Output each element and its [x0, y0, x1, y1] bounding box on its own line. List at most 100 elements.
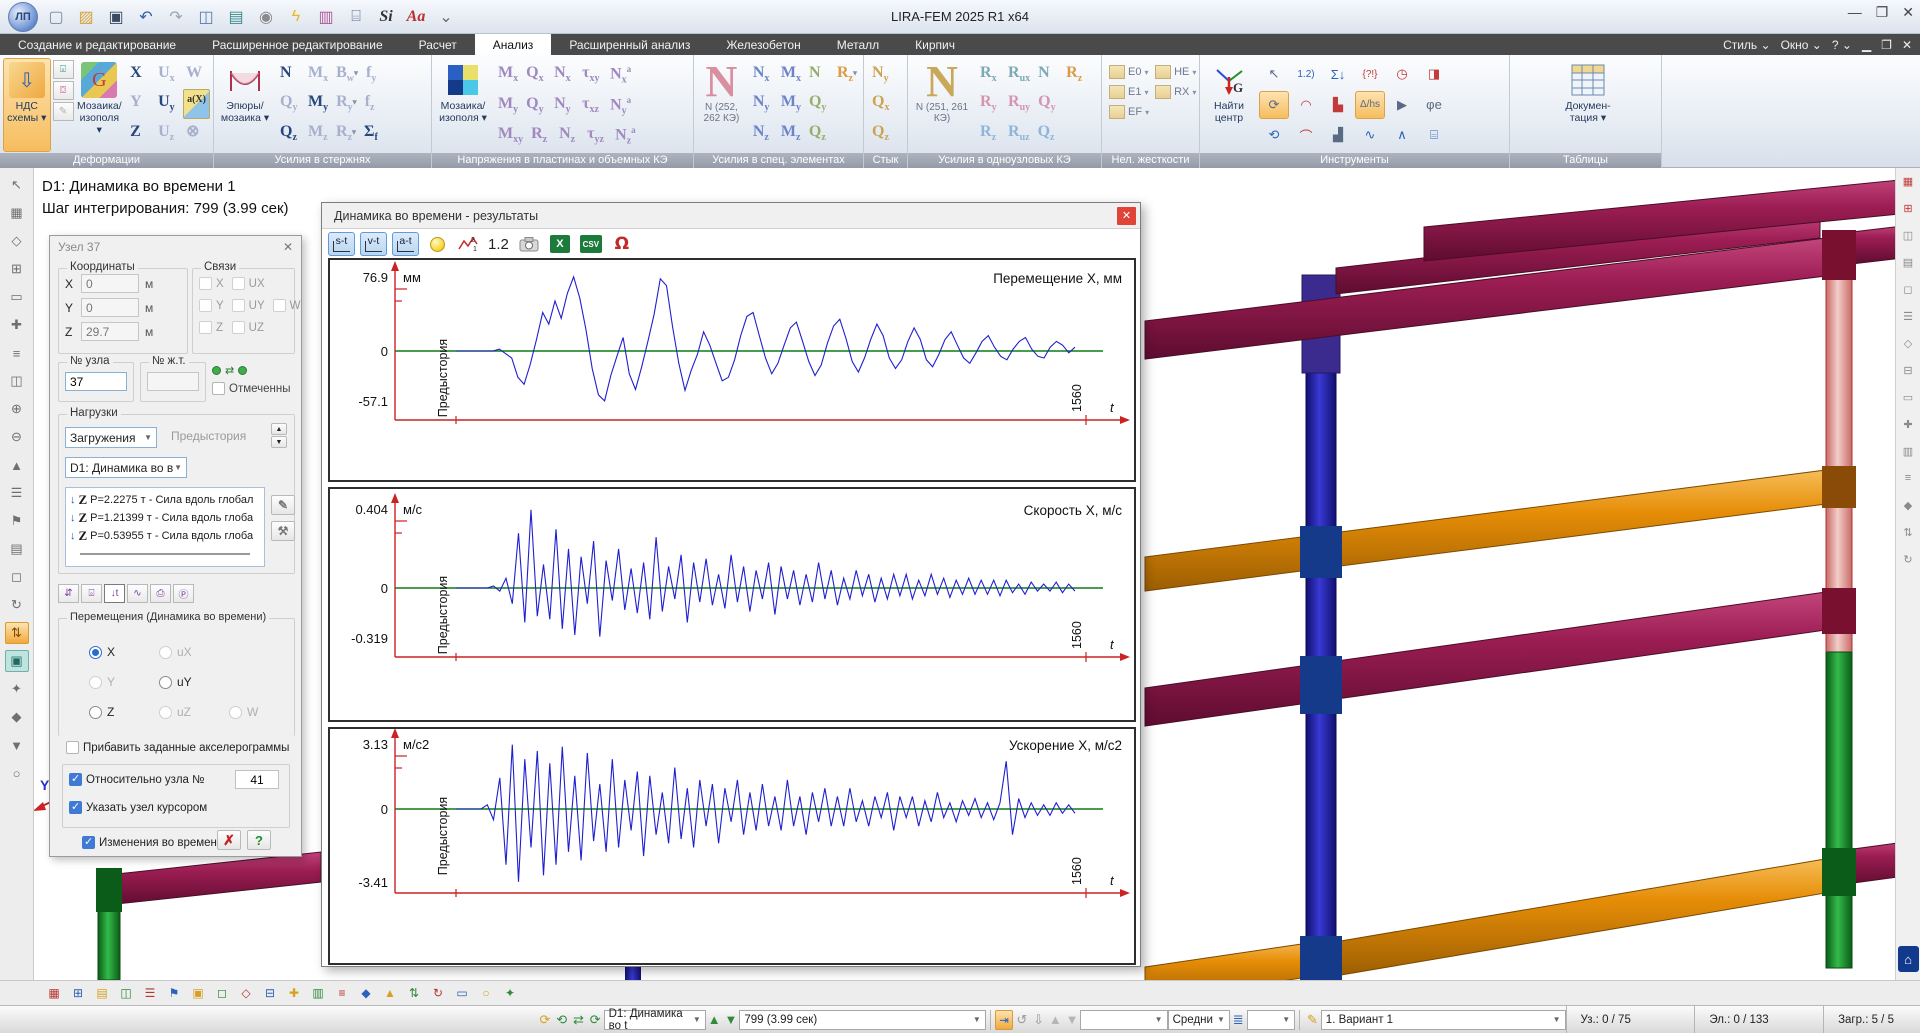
- ribbon-result-qy[interactable]: Qy: [806, 89, 832, 118]
- ribbon-result-w[interactable]: W: [183, 60, 209, 89]
- bottom-tool-20-icon[interactable]: ✦: [500, 984, 520, 1003]
- empty-dropdown[interactable]: ▼: [1080, 1010, 1167, 1030]
- right-tool-14-icon[interactable]: ⇅: [1899, 523, 1918, 541]
- ribbon-result-qy[interactable]: Qy: [523, 91, 549, 122]
- right-tool-12-icon[interactable]: ≡: [1899, 469, 1918, 487]
- close-icon[interactable]: ✕: [1902, 4, 1914, 21]
- measure-icon[interactable]: ✎: [53, 102, 74, 121]
- relative-node-input[interactable]: [235, 770, 279, 789]
- add-load-button[interactable]: ✎: [271, 495, 295, 515]
- displacement-time-toggle[interactable]: s-t: [328, 232, 355, 256]
- ribbon-result-mx[interactable]: Mx: [305, 60, 331, 89]
- right-tool-11-icon[interactable]: ▥: [1899, 442, 1918, 460]
- ribbon-result-ny[interactable]: Ny: [869, 60, 895, 89]
- nds-schemes-button[interactable]: ⇩НДС схемы ▾: [3, 58, 51, 152]
- load-list-scrollbar[interactable]: [80, 553, 250, 557]
- ribbon-result-⊗[interactable]: ⊗: [183, 119, 209, 148]
- node-panel-close-icon[interactable]: ✕: [283, 240, 293, 254]
- tab-8[interactable]: Кирпич: [897, 34, 973, 55]
- bottom-tool-19-icon[interactable]: ○: [476, 984, 496, 1003]
- animation-player-icon[interactable]: ▶: [1387, 91, 1417, 119]
- lock-dof-icon[interactable]: ⌸: [1419, 121, 1449, 149]
- ribbon-result-σf[interactable]: Σf: [361, 119, 387, 148]
- bottom-tool-9-icon[interactable]: ◇: [236, 984, 256, 1003]
- big-n-button[interactable]: NN (252, 262 КЭ): [697, 58, 746, 152]
- load-list-item-1[interactable]: ↓ZP=2.2275 т - Сила вдоль глобал: [66, 491, 264, 509]
- time-change-checkbox[interactable]: Изменения во времени: [82, 836, 223, 849]
- foundation-icon[interactable]: ▟: [1323, 121, 1353, 149]
- find-center-button[interactable]: GНайти центр: [1203, 58, 1255, 152]
- dialog-close-icon[interactable]: ✕: [1117, 207, 1136, 225]
- ribbon-result-uz[interactable]: Uz: [155, 119, 181, 148]
- bottom-tool-1-icon[interactable]: ▦: [44, 984, 64, 1003]
- left-tool-7-icon[interactable]: ≡: [5, 342, 29, 364]
- ribbon-result-uy[interactable]: Uy: [155, 89, 181, 118]
- bottom-tool-4-icon[interactable]: ◫: [116, 984, 136, 1003]
- left-tool-12-icon[interactable]: ☰: [5, 482, 29, 504]
- ribbon-result-bw[interactable]: Bw▾: [333, 60, 361, 89]
- ribbon-result-rz[interactable]: Rz▾: [333, 119, 359, 148]
- loadcase-select[interactable]: D1: Динамика во в▼: [65, 457, 187, 478]
- plate-mosaic-button[interactable]: Мозаика/изополя ▾: [435, 58, 491, 152]
- acceleration-time-toggle[interactable]: a-t: [392, 232, 419, 256]
- radio-y[interactable]: Y: [89, 667, 159, 697]
- ribbon-result-my[interactable]: My: [495, 91, 521, 122]
- ribbon-result-rz[interactable]: Rz: [1063, 60, 1089, 89]
- bottom-tool-10-icon[interactable]: ⊟: [260, 984, 280, 1003]
- load-spinner[interactable]: ▲ ▼: [271, 423, 287, 448]
- crimson-beam-level3[interactable]: [1145, 592, 1826, 726]
- right-tool-2-icon[interactable]: ⊞: [1899, 199, 1918, 217]
- stiffness-rx-button[interactable]: RX▾: [1153, 84, 1198, 100]
- bottom-tool-15-icon[interactable]: ▲: [380, 984, 400, 1003]
- ribbon-result-fy[interactable]: fy: [363, 60, 389, 89]
- radio-uy[interactable]: uY: [159, 667, 229, 697]
- bottom-tool-14-icon[interactable]: ◆: [356, 984, 376, 1003]
- cursor-pick-checkbox[interactable]: Указать узел курсором: [69, 801, 207, 814]
- right-tool-15-icon[interactable]: ↻: [1899, 550, 1918, 568]
- radio-z[interactable]: Z: [89, 697, 159, 727]
- tie-x-checkbox[interactable]: X: [199, 277, 224, 290]
- refresh-icon[interactable]: ⟲: [553, 1012, 570, 1028]
- left-tool-3-icon[interactable]: ◇: [5, 230, 29, 252]
- jt-number-input[interactable]: [147, 372, 199, 391]
- ribbon-result-qz[interactable]: Qz: [277, 119, 303, 148]
- camera-icon[interactable]: [516, 232, 542, 256]
- left-tool-20-icon[interactable]: ◆: [5, 706, 29, 728]
- frame-view-icon[interactable]: ⌻: [53, 60, 74, 79]
- ribbon-result-nx[interactable]: Nx: [551, 60, 577, 91]
- epures-mosaic-button[interactable]: Эпюры/мозаика ▾: [217, 58, 273, 152]
- ribbon-result-ux[interactable]: Ux: [155, 60, 181, 89]
- left-tool-4-icon[interactable]: ⊞: [5, 258, 29, 280]
- stiffness-ef-button[interactable]: EF▾: [1107, 104, 1151, 120]
- averaging-dropdown[interactable]: Средни▼: [1168, 1010, 1230, 1030]
- tab-4[interactable]: Анализ: [475, 34, 552, 55]
- documentation-button[interactable]: Докумен-тация ▾: [1553, 58, 1623, 152]
- tab-7[interactable]: Металл: [819, 34, 897, 55]
- blue-column-stub[interactable]: [625, 965, 641, 980]
- influence-lines-icon[interactable]: ◠: [1291, 91, 1321, 119]
- radio-uz[interactable]: uZ: [159, 697, 229, 727]
- graph-21-icon[interactable]: 21: [455, 232, 481, 256]
- bottom-tool-3-icon[interactable]: ▤: [92, 984, 112, 1003]
- force-arc-icon[interactable]: ⌒: [1291, 121, 1321, 149]
- left-tool-2-icon[interactable]: ▦: [5, 202, 29, 224]
- radio-ux[interactable]: uX: [159, 637, 229, 667]
- ribbon-result-τyz[interactable]: τyz: [584, 121, 610, 152]
- load-list-item-2[interactable]: ↓ZP=1.21399 т - Сила вдоль глоба: [66, 509, 264, 527]
- check-errors-icon[interactable]: {?!}: [1355, 60, 1385, 88]
- ribbon-result-rz[interactable]: Rz: [977, 119, 1003, 148]
- style-menu[interactable]: Стиль ⌄: [1723, 38, 1771, 52]
- bottom-tool-7-icon[interactable]: ▣: [188, 984, 208, 1003]
- left-tool-13-icon[interactable]: ⚑: [5, 510, 29, 532]
- excel-export-icon[interactable]: X: [547, 232, 573, 256]
- fill-results-icon[interactable]: ▙: [1323, 91, 1353, 119]
- bottom-tool-11-icon[interactable]: ✚: [284, 984, 304, 1003]
- lightbulb-icon[interactable]: [424, 232, 450, 256]
- marked-checkbox[interactable]: Отмеченны: [212, 382, 291, 395]
- edit-load-button[interactable]: ⚒: [271, 521, 295, 541]
- ribbon-result-n[interactable]: N: [806, 60, 832, 89]
- dialog-title-bar[interactable]: Динамика во времени - результаты ✕: [322, 203, 1140, 229]
- ribbon-result-ny[interactable]: Ny: [750, 89, 776, 118]
- bottom-tool-12-icon[interactable]: ▥: [308, 984, 328, 1003]
- accel-checkbox[interactable]: Прибавить заданные акселерограммы: [66, 741, 289, 754]
